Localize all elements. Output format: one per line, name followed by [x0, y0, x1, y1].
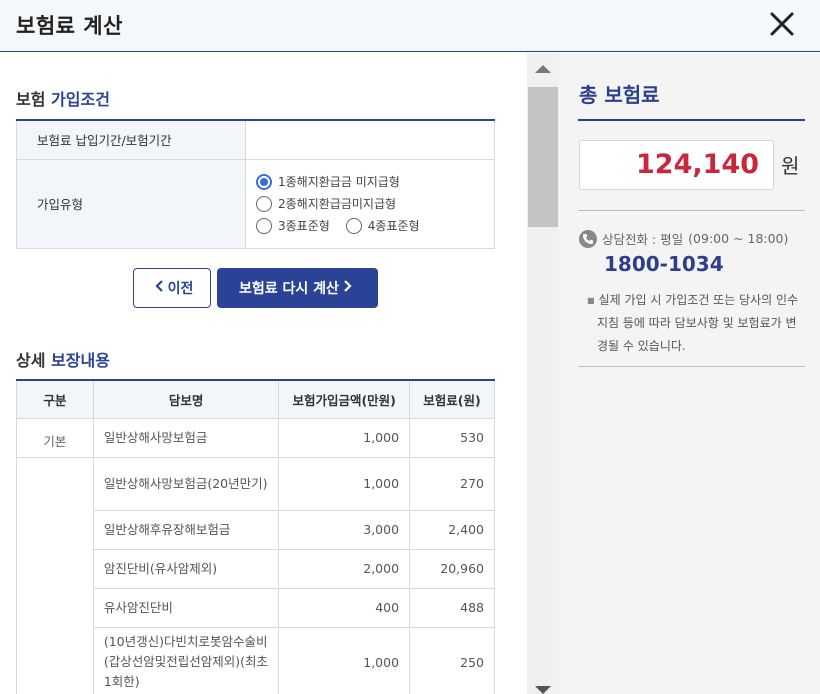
phone-info: 상담전화 : 평일 (09:00 ~ 18:00)	[579, 229, 788, 248]
conditions-title-prefix: 보험	[16, 90, 46, 109]
table-row: 기본 일반상해사망보험금 1,000 530	[16, 417, 495, 458]
cell-premium: 530	[409, 417, 495, 458]
detail-title: 상세 보장내용	[16, 347, 110, 371]
total-amount: 124,140	[636, 149, 759, 180]
cell-premium: 250	[409, 626, 495, 694]
phone-icon	[579, 229, 597, 248]
recalculate-button-label: 보험료 다시 계산	[239, 281, 339, 297]
notice-body: 실제 가입 시 가입조건 또는 당사의 인수지침 등에 따라 담보사항 및 보험…	[597, 293, 799, 353]
cell-name: (10년갱신)다빈치로봇암수술비(갑상선암및전립선암제외)(최초1회한)	[92, 626, 280, 694]
scroll-up-icon[interactable]	[535, 65, 551, 73]
cell-amount: 1,000	[278, 626, 411, 694]
prev-button[interactable]: 이전	[133, 268, 211, 308]
cell-premium: 20,960	[409, 548, 495, 589]
conditions-title: 보험 가입조건	[16, 86, 110, 110]
chevron-right-icon	[343, 280, 352, 296]
cell-category: 기본	[16, 417, 94, 458]
close-icon[interactable]	[768, 10, 796, 38]
divider	[578, 119, 805, 121]
recalculate-button[interactable]: 보험료 다시 계산	[217, 268, 378, 308]
radio-label: 2종해지환급금미지급형	[278, 197, 397, 211]
col-header-amount: 보험가입금액(만원)	[278, 380, 411, 419]
col-header-name: 담보명	[92, 380, 280, 419]
content-pane: 보험 가입조건 보험료 납입기간/보험기간 가입유형 1종해지환급금 미지급형	[0, 53, 527, 694]
phone-hours: (09:00 ~ 18:00)	[688, 231, 789, 246]
vertical-scrollbar[interactable]	[527, 53, 559, 694]
cell-name: 유사암진단비	[92, 587, 280, 628]
period-value	[245, 120, 495, 160]
notice-text: ■ 실제 가입 시 가입조건 또는 당사의 인수지침 등에 따라 담보사항 및 보…	[587, 289, 807, 358]
cell-name: 일반상해후유장해보험금	[92, 509, 280, 550]
detail-title-accent: 보장내용	[51, 351, 110, 370]
conditions-table: 보험료 납입기간/보험기간 가입유형 1종해지환급금 미지급형 2종해지환급금미…	[16, 119, 495, 249]
col-header-category: 구분	[16, 380, 94, 419]
radio-option-1[interactable]: 1종해지환급금 미지급형	[256, 173, 400, 190]
cell-amount: 3,000	[278, 509, 411, 550]
total-amount-box: 124,140	[579, 140, 774, 190]
cell-amount: 400	[278, 587, 411, 628]
cell-category	[16, 456, 94, 694]
detail-title-prefix: 상세	[16, 351, 46, 370]
radio-label: 3종표준형	[278, 219, 330, 233]
summary-panel: 총 보험료 124,140 원 상담전화 : 평일 (09:00 ~ 18:00…	[559, 53, 820, 694]
currency-unit: 원	[781, 154, 800, 178]
type-label: 가입유형	[16, 159, 246, 249]
divider	[578, 210, 805, 211]
radio-button[interactable]	[345, 217, 362, 234]
radio-option-4[interactable]: 4종표준형	[345, 217, 420, 234]
radio-option-2[interactable]: 2종해지환급금미지급형	[256, 195, 396, 212]
radio-button[interactable]	[256, 217, 272, 234]
radio-label: 1종해지환급금 미지급형	[278, 175, 400, 189]
phone-number[interactable]: 1800-1034	[604, 252, 724, 276]
radio-label: 4종표준형	[367, 219, 420, 233]
cell-amount: 2,000	[278, 548, 411, 589]
modal-title: 보험료 계산	[16, 14, 123, 38]
conditions-title-accent: 가입조건	[51, 90, 110, 109]
cell-name: 일반상해사망보험금(20년만기)	[92, 456, 280, 511]
cell-name: 일반상해사망보험금	[92, 417, 280, 458]
scroll-thumb[interactable]	[528, 87, 558, 227]
coverage-table: 구분 담보명 보험가입금액(만원) 보험료(원) 기본 일반상해사망보험금 1,…	[16, 379, 495, 694]
radio-option-3[interactable]: 3종표준형	[256, 217, 330, 234]
type-options: 1종해지환급금 미지급형 2종해지환급금미지급형 3종표준형 4종표준형	[245, 159, 495, 249]
chevron-left-icon	[155, 280, 164, 296]
divider	[578, 366, 805, 367]
prev-button-label: 이전	[167, 281, 194, 297]
radio-button[interactable]	[256, 195, 272, 212]
phone-label: 상담전화 : 평일	[602, 232, 684, 247]
bullet-icon: ■	[587, 296, 595, 305]
col-header-premium: 보험료(원)	[409, 380, 495, 419]
cell-name: 암진단비(유사암제외)	[92, 548, 280, 589]
scroll-down-icon[interactable]	[535, 686, 551, 694]
period-label: 보험료 납입기간/보험기간	[16, 120, 246, 160]
table-row: 일반상해사망보험금(20년만기) 1,000 270	[16, 456, 495, 694]
cell-amount: 1,000	[278, 417, 411, 458]
cell-premium: 270	[409, 456, 495, 511]
modal-header: 보험료 계산	[0, 0, 820, 52]
radio-button[interactable]	[256, 173, 272, 190]
cell-premium: 488	[409, 587, 495, 628]
cell-premium: 2,400	[409, 509, 495, 550]
total-premium-title: 총 보험료	[579, 83, 660, 107]
cell-amount: 1,000	[278, 456, 411, 511]
